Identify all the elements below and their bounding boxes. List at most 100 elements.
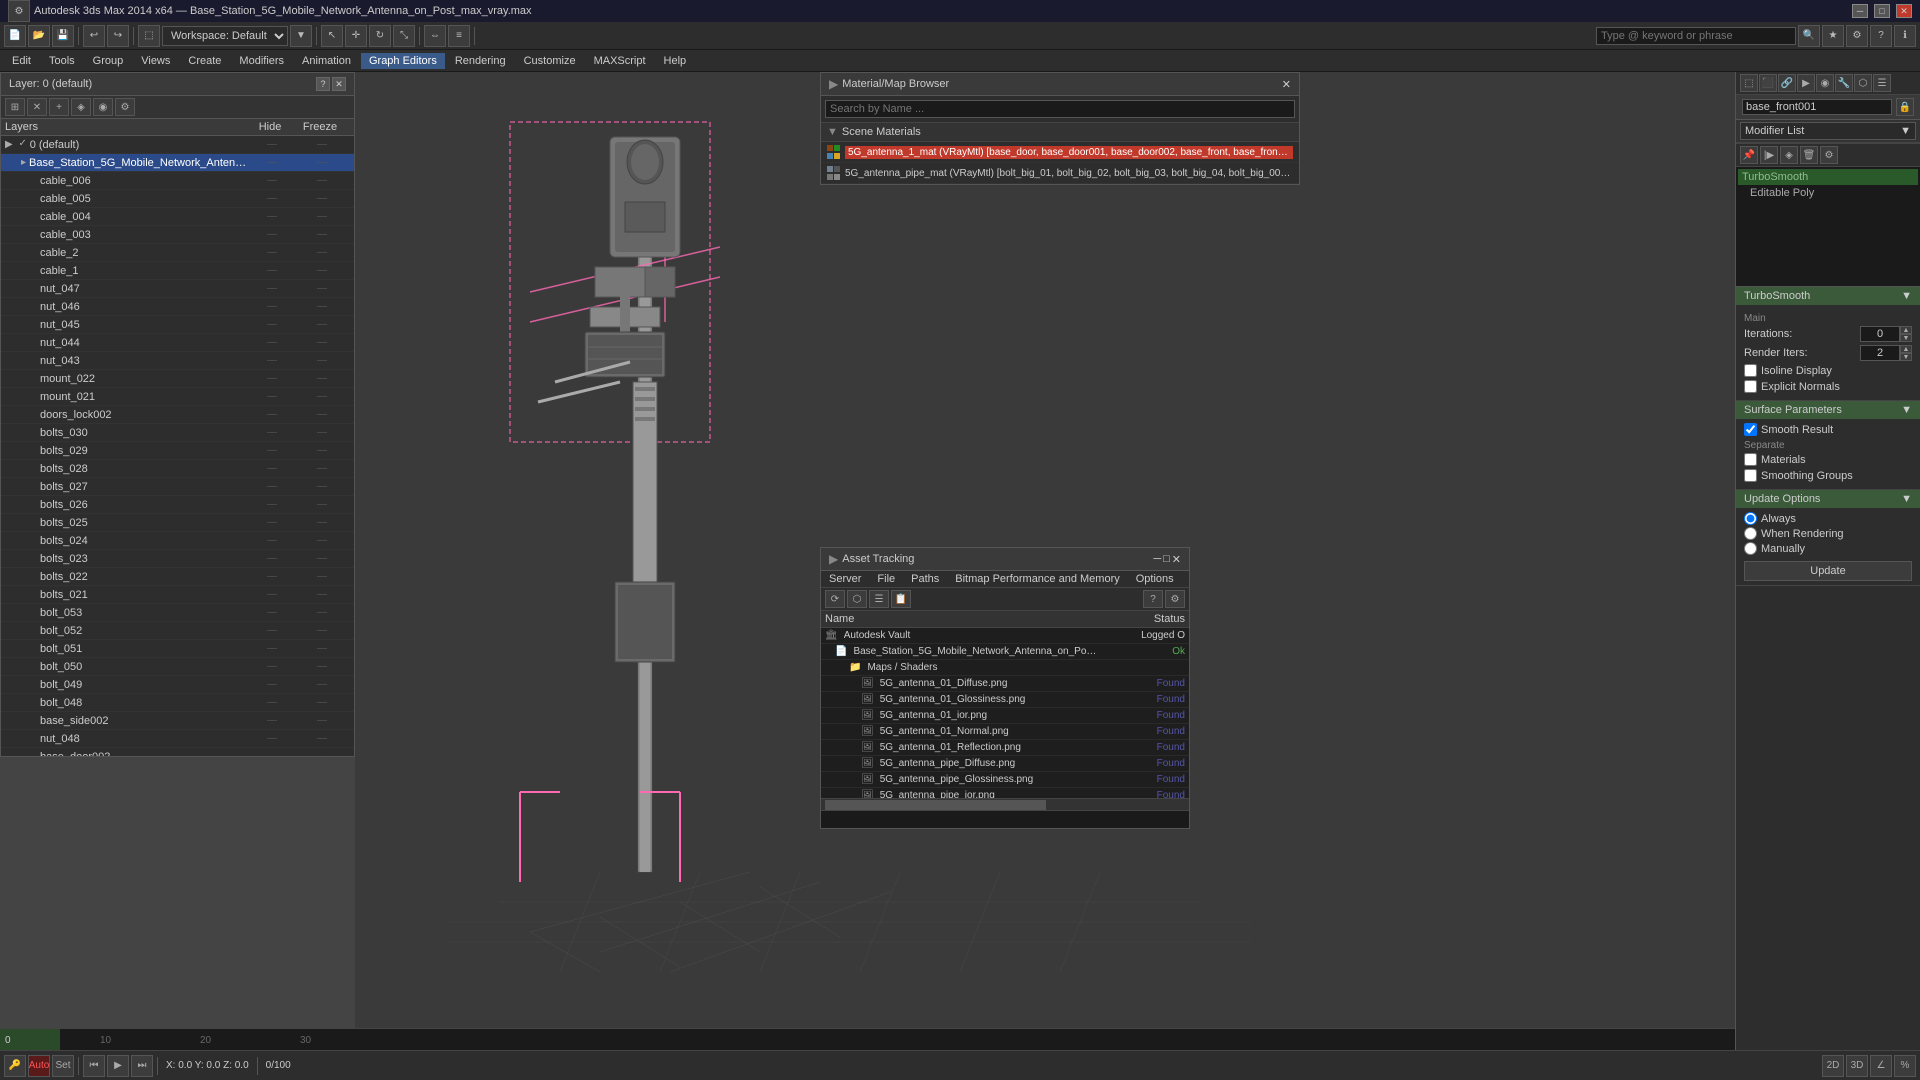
menu-graph-editors[interactable]: Graph Editors xyxy=(361,53,445,69)
layer-row[interactable]: bolt_053—— xyxy=(1,604,354,622)
layer-row[interactable]: nut_044—— xyxy=(1,334,354,352)
iterations-input[interactable] xyxy=(1860,326,1900,342)
asset-row[interactable]: 🖼5G_antenna_pipe_Diffuse.pngFound xyxy=(821,756,1189,772)
asset-row[interactable]: 🖼5G_antenna_01_Reflection.pngFound xyxy=(821,740,1189,756)
rp-icon-extra2[interactable]: ☰ xyxy=(1873,74,1891,92)
layer-row[interactable]: bolt_052—— xyxy=(1,622,354,640)
move-tool[interactable]: ✛ xyxy=(345,25,367,47)
snap-3d-btn[interactable]: 3D xyxy=(1846,1055,1868,1077)
layer-settings-btn[interactable]: ⚙ xyxy=(115,98,135,116)
asset-min-btn[interactable]: ─ xyxy=(1153,553,1161,566)
asset-menu-server[interactable]: Server xyxy=(821,571,869,587)
layer-row[interactable]: bolts_028—— xyxy=(1,460,354,478)
close-button[interactable]: ✕ xyxy=(1896,4,1912,18)
configure-icon[interactable]: ⚙ xyxy=(1820,146,1838,164)
rp-icon-utilities[interactable]: 🔧 xyxy=(1835,74,1853,92)
layer-new-btn[interactable]: ⊞ xyxy=(5,98,25,116)
asset-menu-bitmap[interactable]: Bitmap Performance and Memory xyxy=(947,571,1127,587)
always-radio[interactable] xyxy=(1744,512,1757,525)
modifier-list-dropdown[interactable]: Modifier List ▼ xyxy=(1740,122,1916,140)
percent-snap-btn[interactable]: % xyxy=(1894,1055,1916,1077)
asset-close-btn[interactable]: ✕ xyxy=(1172,553,1181,566)
layer-row[interactable]: bolts_022—— xyxy=(1,568,354,586)
when-rendering-radio[interactable] xyxy=(1744,527,1757,540)
timeline[interactable]: 0 10 20 30 xyxy=(0,1028,1735,1050)
auto-key-btn[interactable]: Auto xyxy=(28,1055,50,1077)
layer-row[interactable]: nut_045—— xyxy=(1,316,354,334)
layers-list[interactable]: ▶✓0 (default)——▸Base_Station_5G_Mobile_N… xyxy=(1,136,354,756)
layer-row[interactable]: bolts_027—— xyxy=(1,478,354,496)
layer-row[interactable]: bolts_030—— xyxy=(1,424,354,442)
asset-scroll-thumb[interactable] xyxy=(825,800,1046,810)
layer-row[interactable]: bolts_029—— xyxy=(1,442,354,460)
layer-row[interactable]: doors_lock002—— xyxy=(1,406,354,424)
object-name-input[interactable] xyxy=(1742,99,1892,115)
set-key-btn[interactable]: Set xyxy=(52,1055,74,1077)
layer-row[interactable]: bolts_024—— xyxy=(1,532,354,550)
dropdown-arrow[interactable]: ▼ xyxy=(290,25,312,47)
layer-row[interactable]: bolts_025—— xyxy=(1,514,354,532)
open-button[interactable]: 📂 xyxy=(28,25,50,47)
render-iters-up[interactable]: ▲ xyxy=(1900,345,1912,353)
rp-icon-select[interactable]: ⬚ xyxy=(1740,74,1758,92)
align-tool[interactable]: ≡ xyxy=(448,25,470,47)
prev-frame-btn[interactable]: ⏮ xyxy=(83,1055,105,1077)
layer-row[interactable]: base_door002—— xyxy=(1,748,354,756)
layer-row[interactable]: cable_1—— xyxy=(1,262,354,280)
lock-icon[interactable]: 🔒 xyxy=(1896,98,1914,116)
mat-item-1[interactable]: 5G_antenna_1_mat (VRayMtl) [base_door, b… xyxy=(821,142,1299,163)
layer-row[interactable]: cable_006—— xyxy=(1,172,354,190)
help-icon[interactable]: ? xyxy=(1870,25,1892,47)
snap-2d-btn[interactable]: 2D xyxy=(1822,1055,1844,1077)
layer-row[interactable]: bolts_026—— xyxy=(1,496,354,514)
show-end-icon[interactable]: |▶ xyxy=(1760,146,1778,164)
mirror-tool[interactable]: ⇔ xyxy=(424,25,446,47)
asset-row[interactable]: 🖼5G_antenna_pipe_Glossiness.pngFound xyxy=(821,772,1189,788)
search-icon-btn[interactable]: 🔍 xyxy=(1798,25,1820,47)
asset-row[interactable]: 🖼5G_antenna_01_Glossiness.pngFound xyxy=(821,692,1189,708)
layer-row[interactable]: nut_047—— xyxy=(1,280,354,298)
asset-row[interactable]: 🖼5G_antenna_01_ior.pngFound xyxy=(821,708,1189,724)
smooth-result-checkbox[interactable] xyxy=(1744,423,1757,436)
asset-tracking-header[interactable]: ▶ Asset Tracking ─ □ ✕ xyxy=(821,548,1189,571)
remove-icon[interactable]: 🗑 xyxy=(1800,146,1818,164)
manually-radio[interactable] xyxy=(1744,542,1757,555)
asset-row[interactable]: 🏛Autodesk VaultLogged O xyxy=(821,628,1189,644)
maximize-button[interactable]: □ xyxy=(1874,4,1890,18)
layer-row[interactable]: bolts_023—— xyxy=(1,550,354,568)
asset-btn-2[interactable]: ⬡ xyxy=(847,590,867,608)
layers-help-btn[interactable]: ? xyxy=(316,77,330,91)
layer-row[interactable]: ▶✓0 (default)—— xyxy=(1,136,354,154)
layer-row[interactable]: base_side002—— xyxy=(1,712,354,730)
layer-add-btn[interactable]: + xyxy=(49,98,69,116)
scale-tool[interactable]: ⤡ xyxy=(393,25,415,47)
isoline-checkbox[interactable] xyxy=(1744,364,1757,377)
material-browser-header[interactable]: ▶ Material/Map Browser ✕ xyxy=(821,73,1299,96)
select-tool[interactable]: ↖ xyxy=(321,25,343,47)
angle-snap-btn[interactable]: ∠ xyxy=(1870,1055,1892,1077)
search-input[interactable] xyxy=(1596,27,1796,45)
asset-settings-btn[interactable]: ⚙ xyxy=(1165,590,1185,608)
layer-row[interactable]: cable_004—— xyxy=(1,208,354,226)
modifier-turbosmoosh[interactable]: TurboSmooth xyxy=(1738,169,1918,185)
asset-row[interactable]: 🖼5G_antenna_pipe_ior.pngFound xyxy=(821,788,1189,798)
bookmark-icon[interactable]: ★ xyxy=(1822,25,1844,47)
asset-menu-file[interactable]: File xyxy=(869,571,903,587)
menu-modifiers[interactable]: Modifiers xyxy=(231,53,292,69)
menu-customize[interactable]: Customize xyxy=(516,53,584,69)
layer-row[interactable]: cable_2—— xyxy=(1,244,354,262)
layer-row[interactable]: ▸Base_Station_5G_Mobile_Network_Antenna_… xyxy=(1,154,354,172)
layer-delete-btn[interactable]: ✕ xyxy=(27,98,47,116)
layer-row[interactable]: nut_048—— xyxy=(1,730,354,748)
rp-icon-display[interactable]: ◉ xyxy=(1816,74,1834,92)
play-btn[interactable]: ▶ xyxy=(107,1055,129,1077)
info-icon[interactable]: ℹ xyxy=(1894,25,1916,47)
material-search-input[interactable] xyxy=(825,100,1295,118)
rp-icon-modify[interactable]: ⬛ xyxy=(1759,74,1777,92)
rotate-tool[interactable]: ↻ xyxy=(369,25,391,47)
layer-row[interactable]: cable_005—— xyxy=(1,190,354,208)
asset-rows[interactable]: 🏛Autodesk VaultLogged O📄Base_Station_5G_… xyxy=(821,628,1189,798)
undo-button[interactable]: ↩ xyxy=(83,25,105,47)
iterations-down[interactable]: ▼ xyxy=(1900,334,1912,342)
select-button[interactable]: ⬚ xyxy=(138,25,160,47)
